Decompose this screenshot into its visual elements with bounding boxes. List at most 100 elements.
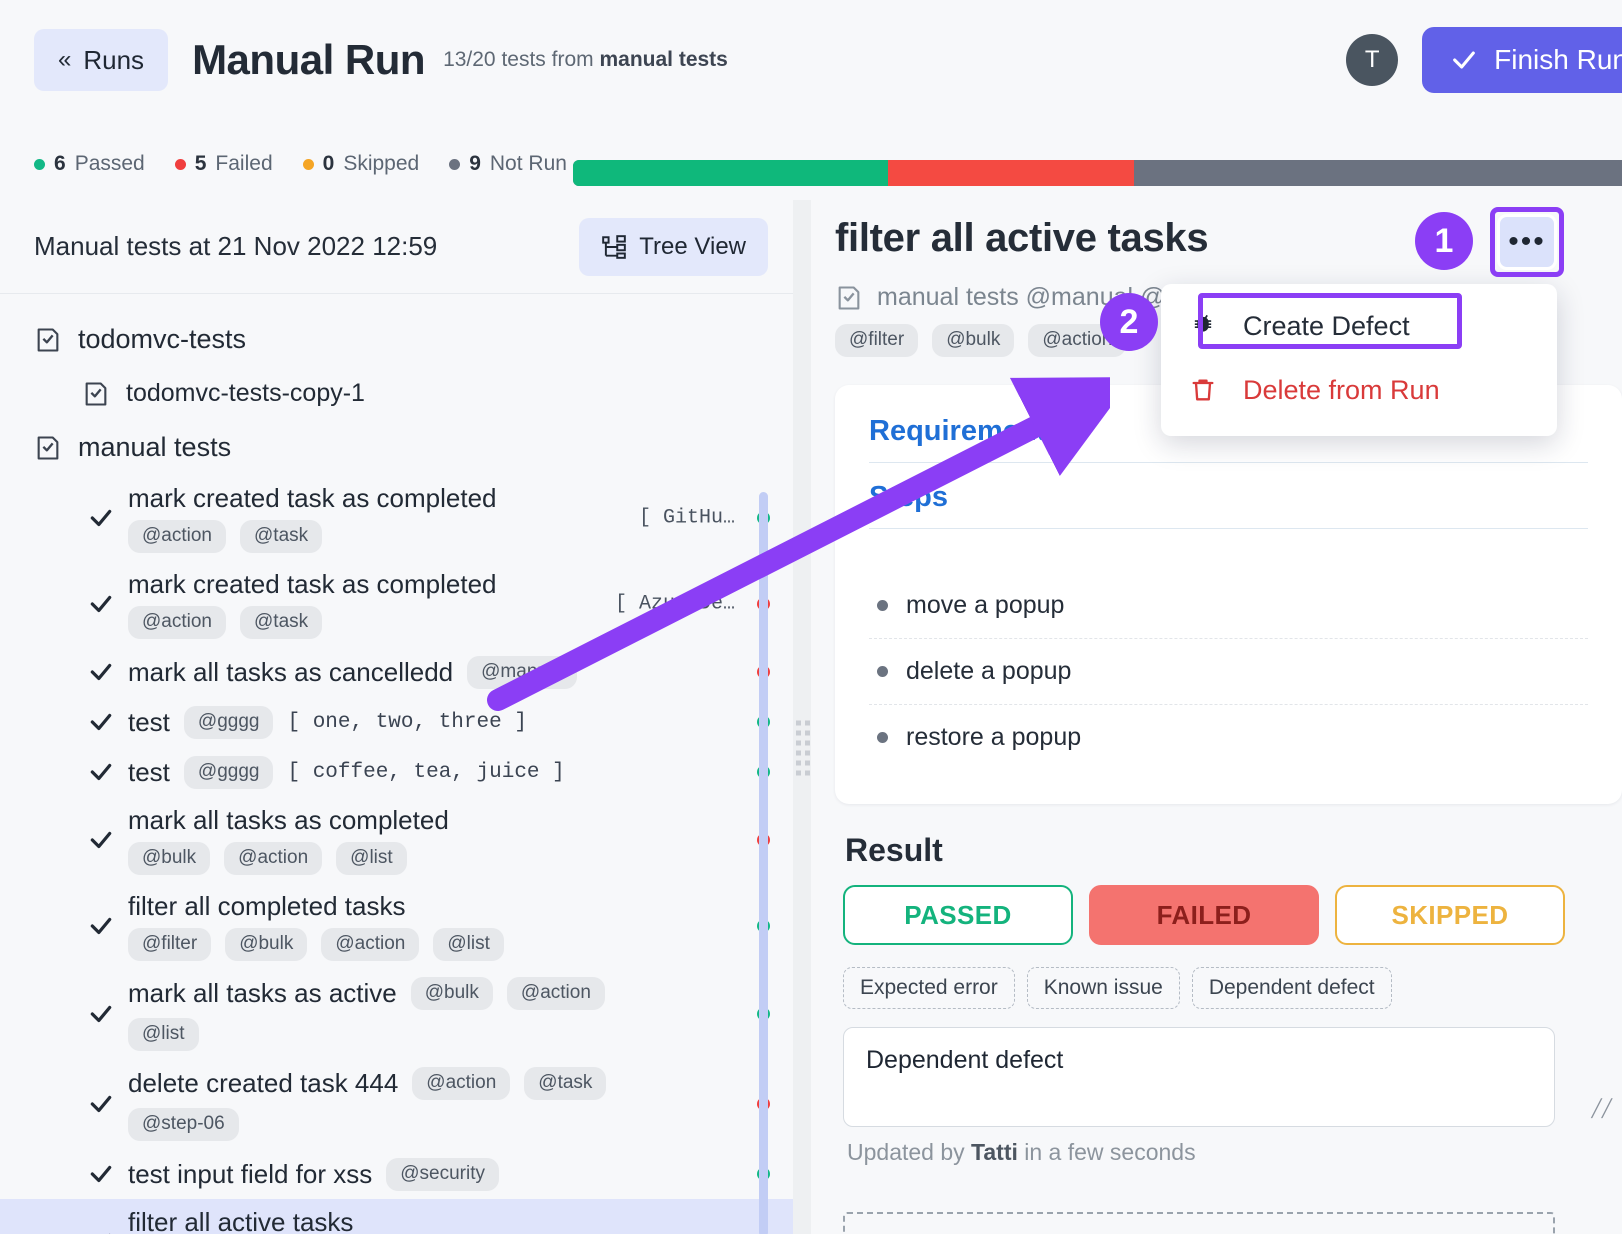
tree-view-label: Tree View [639, 233, 746, 261]
test-tag: @list [128, 1018, 199, 1051]
stat-passed: 6 Passed [34, 152, 145, 176]
chip-known-issue[interactable]: Known issue [1027, 967, 1180, 1009]
test-item-body: test input field for xss@security [128, 1158, 499, 1191]
result-chip-list: Expected error Known issue Dependent def… [843, 967, 1622, 1009]
page-title: Manual Run [192, 36, 425, 84]
progress-segment-failed [888, 160, 1135, 186]
detail-tag: @filter [835, 324, 918, 357]
test-tag: @action [321, 928, 419, 961]
check-icon [88, 827, 114, 853]
chip-expected-error[interactable]: Expected error [843, 967, 1015, 1009]
document-check-icon [82, 380, 110, 408]
test-tag: @list [433, 928, 504, 961]
resize-handle-icon[interactable]: ╱╱ [1592, 1099, 1612, 1119]
result-failed-button[interactable]: FAILED [1089, 885, 1319, 945]
tree-view-button[interactable]: Tree View [579, 218, 768, 276]
trash-icon [1189, 376, 1217, 404]
test-name: filter all active tasks [128, 1207, 504, 1234]
test-list-item[interactable]: test input field for xss@security [0, 1149, 796, 1199]
tree-group-label: todomvc-tests-copy-1 [126, 379, 365, 408]
menu-item-create-defect[interactable]: Create Defect [1161, 294, 1557, 358]
test-name: test [128, 707, 170, 738]
chevron-double-left-icon: « [58, 46, 69, 74]
panel-splitter[interactable] [793, 200, 811, 1234]
result-passed-button[interactable]: PASSED [843, 885, 1073, 945]
test-item-body: test@gggg[ coffee, tea, juice ] [128, 756, 565, 789]
subtitle-strong: manual tests [599, 48, 727, 71]
test-name: mark all tasks as active [128, 978, 397, 1009]
test-list-item[interactable]: mark all tasks as active@bulk@action@lis… [0, 969, 796, 1059]
back-to-runs-button[interactable]: « Runs [34, 29, 168, 91]
test-tag: @list [336, 842, 407, 875]
stat-notrun-label: Not Run [490, 152, 567, 176]
test-tag: @action [128, 520, 226, 553]
test-tag: @bulk [128, 842, 210, 875]
check-icon [88, 709, 114, 735]
check-icon [88, 1091, 114, 1117]
updated-user: Tatti [971, 1139, 1018, 1165]
updated-prefix: Updated by [847, 1139, 971, 1165]
test-item-body: filter all active tasks@filter@bulk@acti… [128, 1207, 504, 1234]
subtitle-prefix: 13/20 tests from [443, 48, 599, 71]
status-dot-skipped [303, 159, 314, 170]
stat-failed: 5 Failed [175, 152, 273, 176]
annotation-badge-2: 2 [1100, 293, 1158, 351]
splitter-grip-icon [796, 721, 810, 776]
test-item-body: mark created task as completed@action@ta… [128, 483, 497, 553]
finish-run-label: Finish Run [1494, 44, 1622, 76]
test-tag: @action [224, 842, 322, 875]
stat-failed-count: 5 [195, 152, 207, 176]
app-root: « Runs Manual Run 13/20 tests from manua… [0, 0, 1622, 1234]
menu-item-create-defect-label: Create Defect [1243, 311, 1410, 342]
test-tag: @gggg [184, 756, 274, 789]
test-tag: @task [524, 1067, 606, 1100]
test-list-item[interactable]: filter all completed tasks@filter@bulk@a… [0, 883, 796, 969]
page-subtitle: 13/20 tests from manual tests [443, 48, 728, 72]
back-to-runs-label: Runs [83, 45, 144, 76]
test-tag: @task [240, 606, 322, 639]
test-item-body: mark created task as completed@action@ta… [128, 569, 497, 639]
result-skipped-button[interactable]: SKIPPED [1335, 885, 1565, 945]
top-bar-right: T Finish Run [1346, 0, 1622, 120]
step-label: restore a popup [906, 723, 1081, 752]
bug-icon [1189, 312, 1217, 340]
top-bar: « Runs Manual Run 13/20 tests from manua… [0, 0, 1622, 120]
document-check-icon [835, 284, 863, 312]
test-list-item[interactable]: delete created task 444@action@task@step… [0, 1059, 796, 1149]
test-item-body: mark all tasks as active@bulk@action@lis… [128, 977, 688, 1051]
attachment-dropzone[interactable] [843, 1212, 1555, 1234]
test-name: mark all tasks as cancelledd [128, 657, 453, 688]
context-menu: Create Defect Delete from Run [1161, 284, 1557, 436]
tree-group-label: manual tests [78, 432, 231, 463]
annotation-highlight-kebab [1490, 207, 1564, 277]
stat-skipped: 0 Skipped [303, 152, 420, 176]
test-tag: @task [240, 520, 322, 553]
result-note-input[interactable]: Dependent defect [843, 1027, 1555, 1127]
test-tag: @bulk [411, 977, 493, 1010]
test-list-item[interactable]: filter all active tasks@filter@bulk@acti… [0, 1199, 796, 1234]
updated-meta: Updated by Tatti in a few seconds [847, 1139, 1622, 1166]
bullet-icon [877, 732, 888, 743]
check-icon [88, 913, 114, 939]
test-params: [ coffee, tea, juice ] [287, 761, 564, 784]
stat-notrun-count: 9 [469, 152, 481, 176]
chip-dependent-defect[interactable]: Dependent defect [1192, 967, 1392, 1009]
avatar[interactable]: T [1346, 34, 1398, 86]
test-name: filter all completed tasks [128, 891, 504, 922]
test-list-item[interactable]: test@gggg[ coffee, tea, juice ] [0, 747, 796, 797]
finish-run-button[interactable]: Finish Run [1422, 27, 1622, 93]
menu-item-delete-from-run[interactable]: Delete from Run [1161, 358, 1557, 422]
check-icon [88, 659, 114, 685]
status-dot-failed [175, 159, 186, 170]
test-list-item[interactable]: mark all tasks as completed@bulk@action@… [0, 797, 796, 883]
stat-passed-count: 6 [54, 152, 66, 176]
status-dot-notrun [449, 159, 460, 170]
check-icon [88, 1001, 114, 1027]
result-note-wrapper: Dependent defect ╱╱ [835, 1027, 1622, 1127]
test-list-heading: Manual tests at 21 Nov 2022 12:59 [34, 231, 437, 262]
test-item-body: filter all completed tasks@filter@bulk@a… [128, 891, 504, 961]
tree-group-todomvc-tests[interactable]: todomvc-tests [0, 312, 796, 367]
stat-passed-label: Passed [75, 152, 145, 176]
test-tag: @action [412, 1067, 510, 1100]
test-tag: @step-06 [128, 1108, 239, 1141]
